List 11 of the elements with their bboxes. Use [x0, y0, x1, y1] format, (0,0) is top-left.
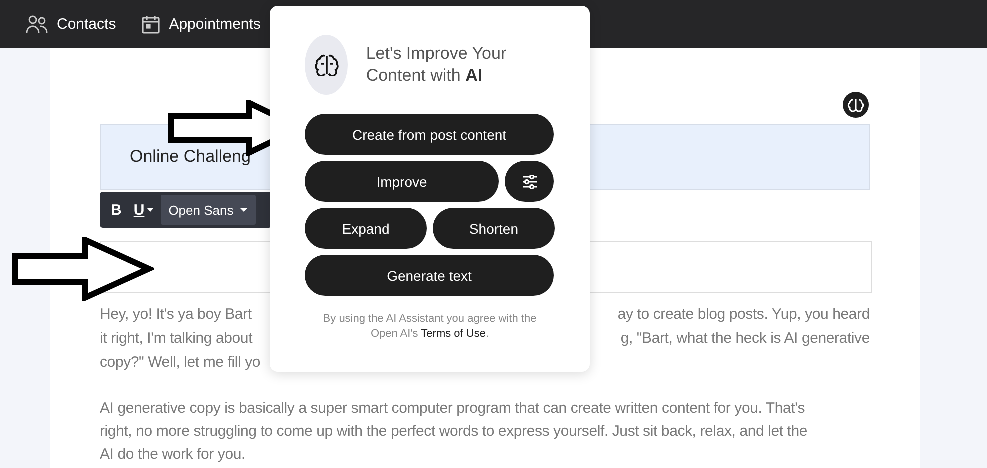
body-text: copy?" Well, let me fill yo — [100, 353, 261, 373]
post-title: Online Challeng — [130, 147, 251, 167]
body-text: Hey, yo! It's ya boy Bart — [100, 305, 252, 325]
disclaimer-text: By using the AI Assistant you agree with the Open AI's Terms of Use. — [322, 312, 538, 342]
body-text: right, no more struggling to come up with the perfect words to express yourself. Just sit back, relax, and let the — [100, 422, 808, 442]
body-text: AI generative copy is basically a super smart computer program that can create written content for you. That's — [100, 399, 806, 419]
body-text: ay to create blog posts. Yup, you heard — [618, 305, 870, 325]
body-text: g, "Bart, what the heck is AI generative — [620, 329, 870, 349]
body-text: it right, I'm talking about — [100, 329, 253, 349]
popup-heading: Let's Improve Your Content with AI — [366, 43, 508, 87]
body-text: AI do the work for you. — [100, 445, 246, 465]
